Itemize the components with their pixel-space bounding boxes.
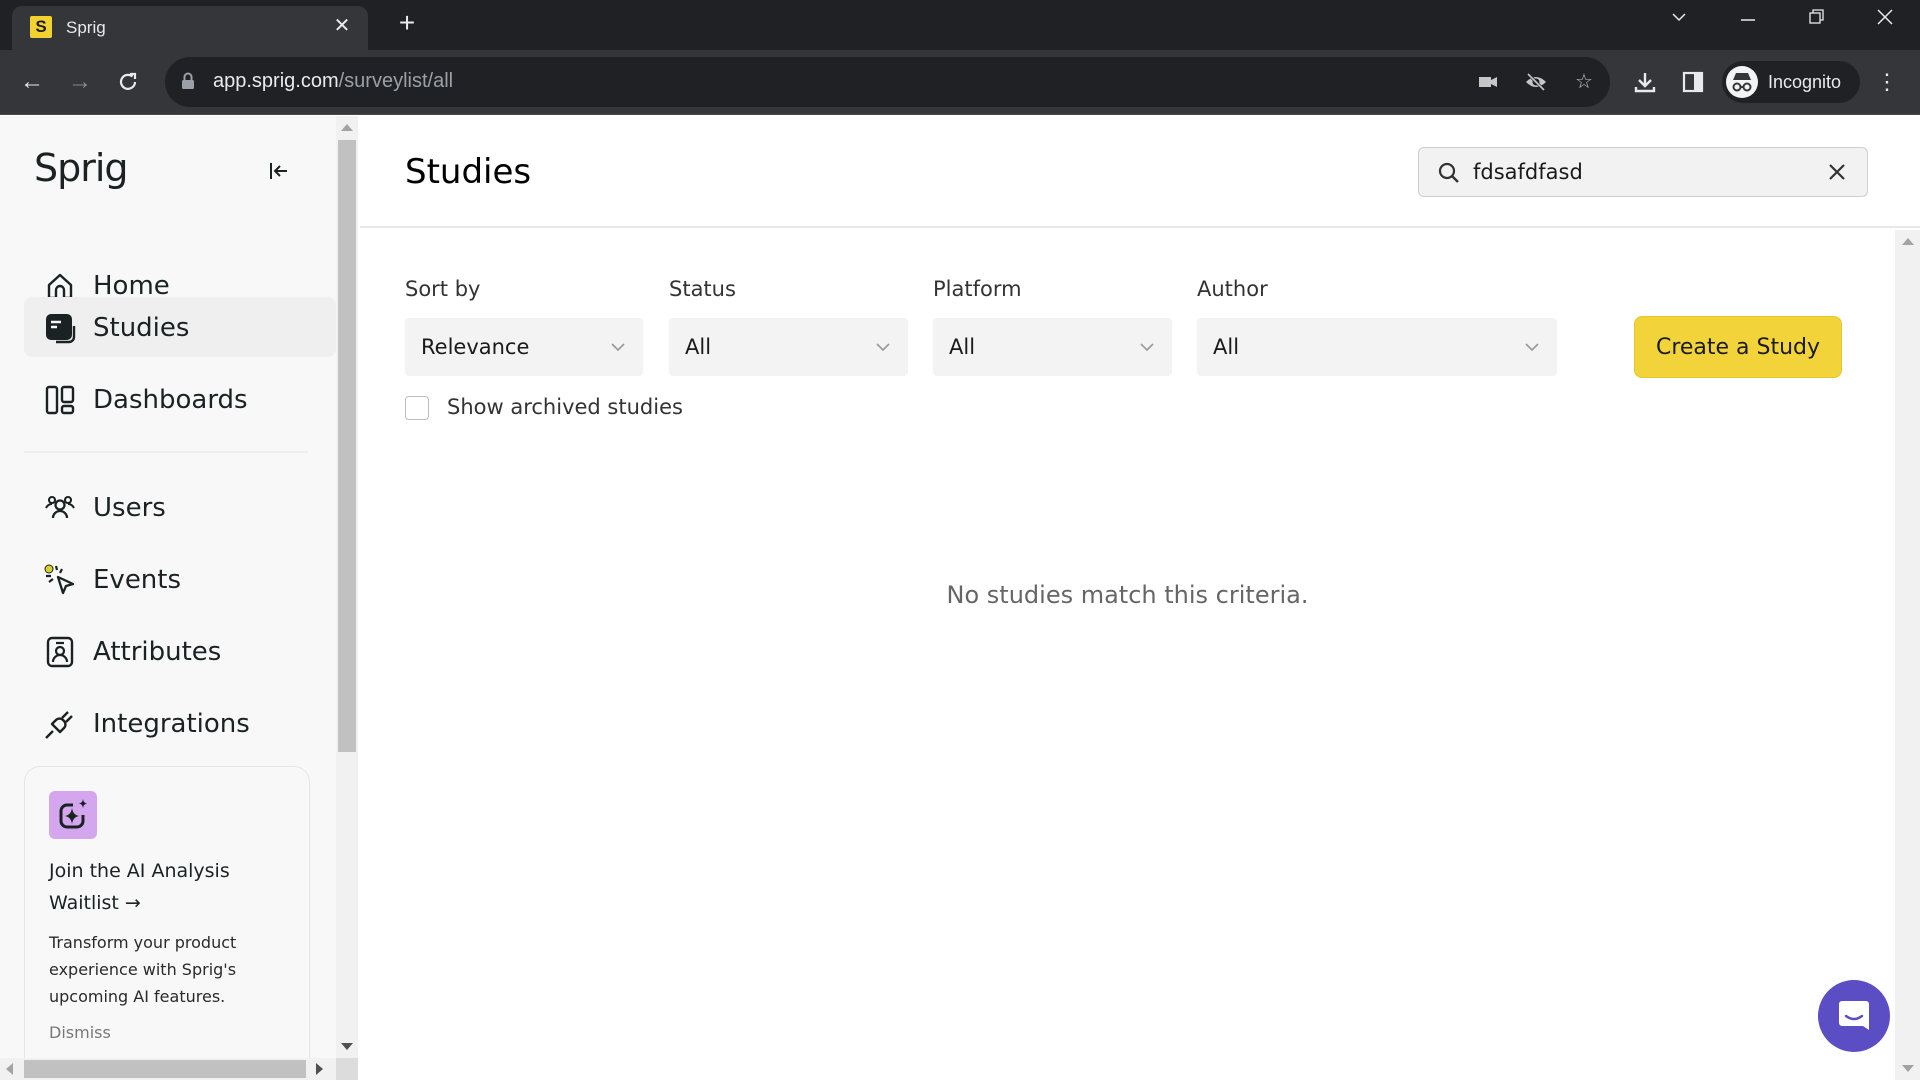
side-panel-icon[interactable] <box>1678 67 1708 97</box>
status-value: All <box>685 335 712 359</box>
sidebar-item-label: Studies <box>93 313 190 343</box>
eye-off-icon[interactable] <box>1523 69 1549 95</box>
sidebar-divider <box>24 451 308 453</box>
sidebar-item-studies[interactable]: Studies <box>24 297 336 357</box>
sidebar-item-integrations[interactable]: Integrations <box>24 693 336 753</box>
camera-icon[interactable] <box>1475 69 1501 95</box>
window-close-icon[interactable] <box>1870 8 1900 31</box>
main-vertical-scrollbar[interactable] <box>1895 230 1920 1080</box>
url-path: /surveylist/all <box>338 70 454 92</box>
sprig-logo: Sprig <box>34 146 129 190</box>
scrollbar-thumb[interactable] <box>24 1060 306 1078</box>
dashboards-icon <box>45 385 75 415</box>
chat-icon <box>1839 1001 1869 1030</box>
promo-title-link[interactable]: Join the AI Analysis Waitlist → <box>49 855 289 919</box>
sidebar-item-label: Events <box>93 565 182 595</box>
main-content: Studies Sort by Relevance Status All Pla… <box>360 116 1920 1080</box>
scroll-left-arrow-icon[interactable] <box>6 1063 13 1075</box>
minimize-icon[interactable] <box>1733 8 1763 31</box>
sidebar-item-events[interactable]: Events <box>24 549 336 609</box>
tab-title: Sprig <box>66 18 106 37</box>
sidebar-horizontal-scrollbar[interactable] <box>0 1058 336 1080</box>
status-label: Status <box>669 277 736 301</box>
promo-dismiss-link[interactable]: Dismiss <box>49 1023 111 1042</box>
status-select[interactable]: All <box>669 318 908 376</box>
author-label: Author <box>1197 277 1268 301</box>
browser-tab-bar: S Sprig ✕ + <box>0 0 1920 50</box>
users-icon <box>45 495 75 519</box>
scroll-up-arrow-icon[interactable] <box>1902 238 1914 245</box>
show-archived-label[interactable]: Show archived studies <box>447 395 683 419</box>
scroll-down-arrow-icon[interactable] <box>341 1043 353 1050</box>
sidebar-vertical-scrollbar[interactable] <box>336 116 358 1058</box>
platform-value: All <box>949 335 976 359</box>
collapse-sidebar-icon[interactable] <box>264 156 294 186</box>
forward-icon[interactable]: → <box>62 64 98 100</box>
scroll-up-arrow-icon[interactable] <box>341 124 353 131</box>
sidebar-item-label: Users <box>93 493 166 523</box>
promo-description: Transform your product experience with S… <box>49 933 237 1006</box>
attributes-icon <box>46 636 74 668</box>
search-box[interactable] <box>1418 147 1868 197</box>
address-bar[interactable]: app.sprig.com/surveylist/all ☆ <box>165 57 1610 107</box>
sidebar-item-attributes[interactable]: Attributes <box>24 621 336 681</box>
restore-icon[interactable] <box>1802 8 1832 31</box>
back-icon[interactable]: ← <box>14 64 50 100</box>
sidebar-item-dashboards[interactable]: Dashboards <box>24 369 336 429</box>
search-icon <box>1438 162 1459 183</box>
events-icon <box>44 564 75 595</box>
browser-toolbar: ← → app.sprig.com/surveylist/all ☆ Incog… <box>0 50 1920 115</box>
browser-tab[interactable]: S Sprig ✕ <box>12 6 368 50</box>
author-value: All <box>1213 335 1240 359</box>
chevron-down-icon <box>1140 343 1154 352</box>
show-archived-checkbox[interactable] <box>405 396 429 420</box>
url-text: app.sprig.com/surveylist/all <box>213 70 453 93</box>
chevron-down-icon <box>876 343 890 352</box>
new-tab-icon[interactable]: + <box>392 8 422 38</box>
download-icon[interactable] <box>1630 67 1660 97</box>
sidebar-item-label: Dashboards <box>93 385 248 415</box>
sprig-favicon-icon: S <box>30 16 52 38</box>
reload-icon[interactable] <box>110 64 146 100</box>
create-study-button[interactable]: Create a Study <box>1634 316 1842 378</box>
scroll-down-arrow-icon[interactable] <box>1902 1065 1914 1072</box>
tab-search-chevron-icon[interactable] <box>1664 8 1694 31</box>
sort-by-label: Sort by <box>405 277 481 301</box>
sort-by-select[interactable]: Relevance <box>405 318 643 376</box>
sidebar-item-users[interactable]: Users <box>24 477 336 537</box>
bookmark-star-icon[interactable]: ☆ <box>1571 69 1597 95</box>
clear-search-icon[interactable] <box>1823 158 1851 186</box>
page-title: Studies <box>405 152 532 192</box>
incognito-icon <box>1726 66 1758 98</box>
platform-label: Platform <box>933 277 1022 301</box>
incognito-profile-button[interactable]: Incognito <box>1722 61 1860 103</box>
url-host: app.sprig.com <box>213 70 339 92</box>
scrollbar-corner <box>336 1058 358 1080</box>
profile-label: Incognito <box>1768 72 1842 92</box>
sort-by-value: Relevance <box>421 335 530 359</box>
ai-waitlist-promo-card: Join the AI Analysis Waitlist → Transfor… <box>24 766 310 1058</box>
scroll-right-arrow-icon[interactable] <box>316 1063 323 1075</box>
studies-icon <box>46 314 76 344</box>
lock-icon <box>182 72 194 89</box>
chat-launcher-button[interactable] <box>1818 980 1890 1052</box>
sidebar: Sprig Home Studies Dashboards Users Even… <box>0 116 336 1058</box>
ai-sparkle-icon <box>49 791 97 839</box>
empty-state-message: No studies match this criteria. <box>946 581 1309 609</box>
search-input[interactable] <box>1473 156 1793 188</box>
author-select[interactable]: All <box>1197 318 1557 376</box>
browser-menu-icon[interactable]: ⋮ <box>1872 67 1902 97</box>
scrollbar-thumb[interactable] <box>338 140 356 752</box>
sidebar-item-label: Integrations <box>93 709 250 739</box>
platform-select[interactable]: All <box>933 318 1172 376</box>
sidebar-item-label: Attributes <box>93 637 222 667</box>
chevron-down-icon <box>1525 343 1539 352</box>
integrations-icon <box>45 711 73 739</box>
chevron-down-icon <box>611 343 625 352</box>
tab-close-icon[interactable]: ✕ <box>330 14 354 38</box>
page-header: Studies <box>360 116 1920 228</box>
